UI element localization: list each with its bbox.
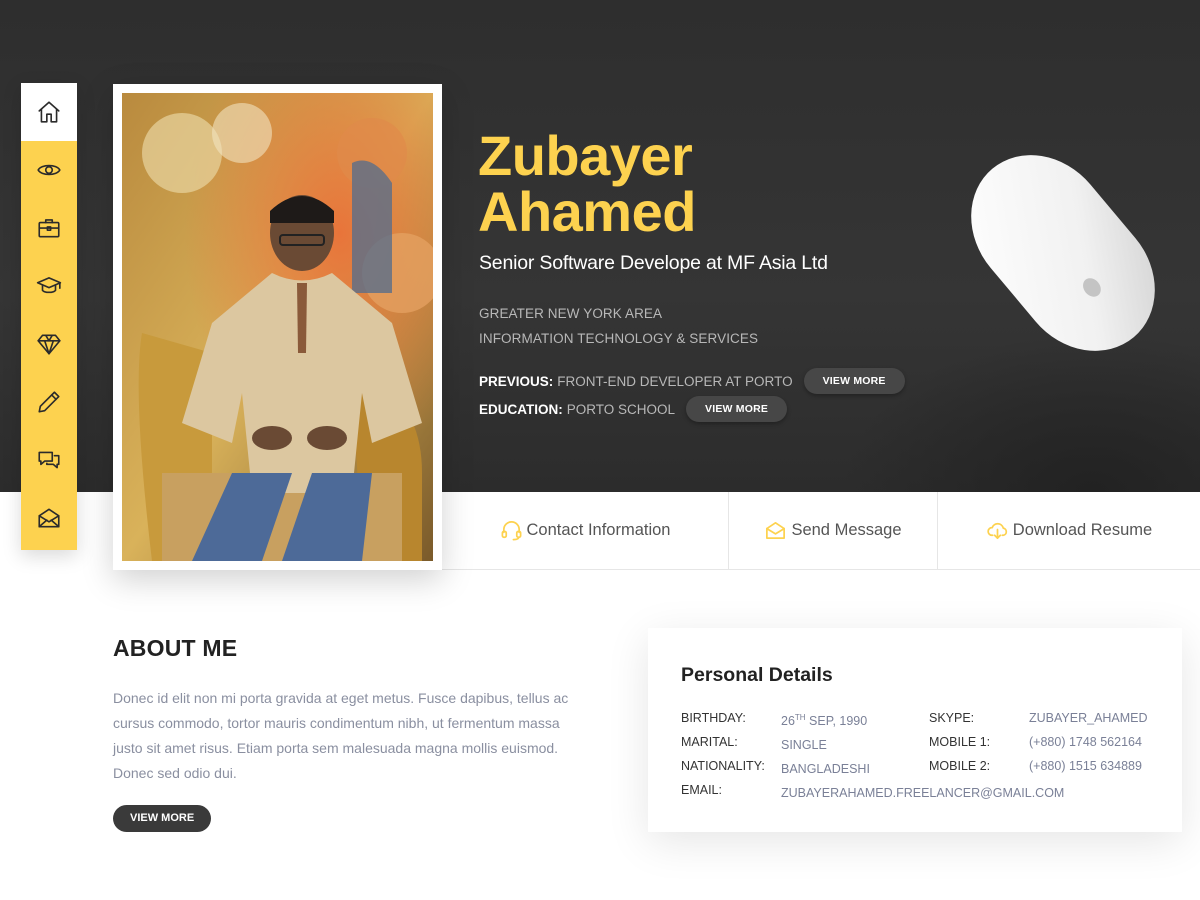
cloud-download-icon [987, 522, 1007, 540]
chat-bubbles-icon [38, 451, 60, 469]
headset-icon [501, 521, 521, 541]
previous-value: FRONT-END DEVELOPER AT PORTO [557, 373, 793, 389]
pencil-icon [38, 391, 60, 413]
previous-view-more-button[interactable]: VIEW MORE [803, 368, 905, 394]
about-text: Donec id elit non mi porta gravida at eg… [113, 690, 569, 781]
about-title: ABOUT ME [113, 635, 238, 661]
envelope-icon [38, 508, 60, 528]
email-value[interactable]: ZUBAYERAHAMED.FREELANCER@GMAIL.COM [781, 781, 1064, 805]
nav-overview[interactable] [21, 141, 77, 199]
nav-experience[interactable] [21, 199, 77, 257]
personal-details-card: Personal Details BIRTHDAY: MARITAL: NATI… [648, 628, 1182, 832]
profile-name: Zubayer Ahamed [478, 128, 838, 240]
marital-label: MARITAL: [681, 735, 738, 749]
nationality-value: BANGLADESHI [781, 762, 870, 776]
first-name: Zubayer [478, 124, 693, 187]
nav-skills[interactable] [21, 315, 77, 373]
marital-value: SINGLE [781, 738, 827, 752]
mobile2-label: MOBILE 2: [929, 759, 991, 773]
nav-education[interactable] [21, 257, 77, 315]
about-view-more-button[interactable]: VIEW MORE [113, 805, 212, 832]
profile-role: Senior Software Develope at MF Asia Ltd [479, 252, 828, 274]
mobile2-value[interactable]: (+880) 1515 634889 [1029, 754, 1148, 778]
download-resume-button[interactable]: Download Resume [937, 492, 1200, 569]
education-label: EDUCATION: [479, 401, 563, 417]
education-row: EDUCATION: PORTO SCHOOL VIEW MORE [479, 396, 788, 422]
details-labels-right: SKYPE: MOBILE 1: MOBILE 2: [929, 706, 990, 778]
previous-label: PREVIOUS: [479, 373, 554, 389]
last-name: Ahamed [478, 180, 696, 243]
action-bar: Contact Information Send Message Downloa… [442, 492, 1200, 570]
mobile1-label: MOBILE 1: [929, 735, 991, 749]
birthday-label: BIRTHDAY: [681, 711, 746, 725]
profile-photo-frame [113, 84, 442, 570]
briefcase-icon [38, 219, 60, 238]
home-icon [38, 101, 60, 123]
education-view-more-button[interactable]: VIEW MORE [686, 396, 788, 422]
nationality-label: NATIONALITY: [681, 759, 765, 773]
personal-details-title: Personal Details [681, 664, 833, 686]
birthday-day: 26 [781, 714, 795, 728]
diamond-icon [37, 334, 61, 355]
profile-photo [122, 93, 433, 561]
send-message-button[interactable]: Send Message [728, 492, 937, 569]
mouse-illustration [971, 155, 1155, 351]
send-message-label: Send Message [791, 521, 902, 539]
skype-label: SKYPE: [929, 711, 975, 725]
portrait-image [122, 93, 433, 561]
mobile1-value[interactable]: (+880) 1748 562164 [1029, 730, 1148, 754]
envelope-open-icon [766, 521, 786, 540]
details-values-right: ZUBAYER_AHAMED (+880) 1748 562164 (+880)… [1029, 706, 1148, 778]
profile-location: GREATER NEW YORK AREA [479, 306, 663, 321]
contact-information-button[interactable]: Contact Information [442, 492, 728, 569]
nav-home[interactable] [21, 83, 77, 141]
eye-icon [37, 164, 61, 176]
side-nav [21, 83, 77, 550]
nav-testimonials[interactable] [21, 431, 77, 489]
nav-contact[interactable] [21, 489, 77, 547]
download-resume-label: Download Resume [1012, 521, 1153, 539]
email-label: EMAIL: [681, 783, 722, 797]
birthday-rest: SEP, 1990 [805, 714, 868, 728]
education-value: PORTO SCHOOL [566, 401, 676, 417]
graduation-cap-icon [36, 277, 62, 294]
contact-information-label: Contact Information [526, 521, 671, 539]
details-labels-left: BIRTHDAY: MARITAL: NATIONALITY: EMAIL: [681, 706, 765, 802]
nav-writing[interactable] [21, 373, 77, 431]
birthday-value: 26TH SEP, 1990 [781, 706, 1064, 733]
profile-industry: INFORMATION TECHNOLOGY & SERVICES [479, 331, 759, 346]
birthday-suffix: TH [794, 713, 806, 722]
previous-row: PREVIOUS: FRONT-END DEVELOPER AT PORTO V… [479, 368, 905, 394]
details-values-left: 26TH SEP, 1990 SINGLE BANGLADESHI ZUBAYE… [781, 706, 1064, 805]
skype-value[interactable]: ZUBAYER_AHAMED [1029, 706, 1148, 730]
